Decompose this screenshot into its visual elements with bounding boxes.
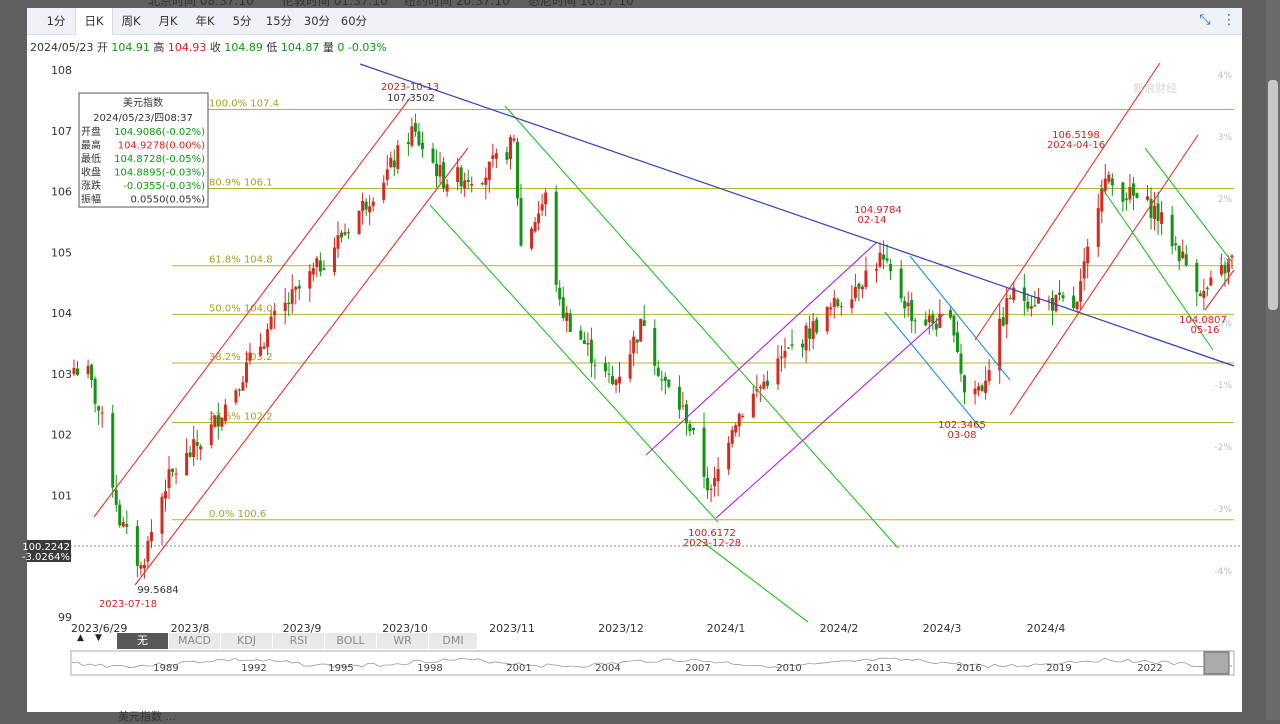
chart-panel: 1分 日K 周K 月K 年K 5分 15分 30分 60分 ⤡ ⋮ 2024/0… <box>27 8 1242 712</box>
footer-text: 美元指数 ... <box>118 710 176 723</box>
open-value: 104.91 <box>111 41 150 54</box>
indicator-none[interactable]: 无 <box>117 633 169 649</box>
time-label: 悉尼时间 10:37:10 <box>528 0 634 8</box>
tab-30min[interactable]: 30分 <box>298 8 336 34</box>
high-value: 104.93 <box>167 41 207 54</box>
high-label: 高 <box>153 41 165 54</box>
tab-60min[interactable]: 60分 <box>335 8 373 34</box>
indicator-kdj[interactable]: KDJ <box>221 633 273 649</box>
time-label: 纽约时间 20:37:10 <box>404 0 510 8</box>
indicator-macd[interactable]: MACD <box>169 633 221 649</box>
tab-monthly[interactable]: 月K <box>150 8 186 34</box>
indicator-wr[interactable]: WR <box>377 633 429 649</box>
quote-date: 2024/05/23 <box>30 41 94 54</box>
volume-value: 0 <box>337 41 345 54</box>
tab-weekly[interactable]: 周K <box>113 8 149 34</box>
time-label: 北京时间 08:37:10 <box>148 0 254 8</box>
tab-5min[interactable]: 5分 <box>225 8 259 34</box>
low-value: 104.87 <box>280 41 320 54</box>
fullscreen-icon[interactable]: ⤡ <box>1195 10 1215 30</box>
period-tabs: 1分 日K 周K 月K 年K 5分 15分 30分 60分 ⤡ ⋮ <box>27 8 1242 35</box>
top-time-strip: 北京时间 08:37:10 伦敦时间 01:37:10 纽约时间 20:37:1… <box>0 0 1280 8</box>
low-label: 低 <box>266 41 278 54</box>
tab-1min[interactable]: 1分 <box>37 8 75 34</box>
volume-label: 量 <box>322 41 334 54</box>
tab-daily[interactable]: 日K <box>75 8 113 35</box>
change-value: -0.03% <box>347 41 387 54</box>
tab-yearly[interactable]: 年K <box>187 8 223 34</box>
indicator-rsi[interactable]: RSI <box>273 633 325 649</box>
tab-15min[interactable]: 15分 <box>260 8 298 34</box>
quote-bar: 2024/05/23 开 104.91 高 104.93 收 104.89 低 … <box>30 39 387 55</box>
indicator-dmi[interactable]: DMI <box>429 633 478 649</box>
scroll-down-arrow-icon[interactable]: ▼ <box>95 633 102 643</box>
scroll-up-arrow-icon[interactable]: ▲ <box>77 633 84 643</box>
indicator-boll[interactable]: BOLL <box>325 633 377 649</box>
open-label: 开 <box>96 41 108 54</box>
close-value: 104.89 <box>224 41 263 54</box>
close-label: 收 <box>209 41 221 54</box>
time-label: 伦敦时间 01:37:10 <box>282 0 388 8</box>
scrollbar-thumb[interactable] <box>1268 80 1278 310</box>
more-menu-icon[interactable]: ⋮ <box>1219 10 1239 30</box>
